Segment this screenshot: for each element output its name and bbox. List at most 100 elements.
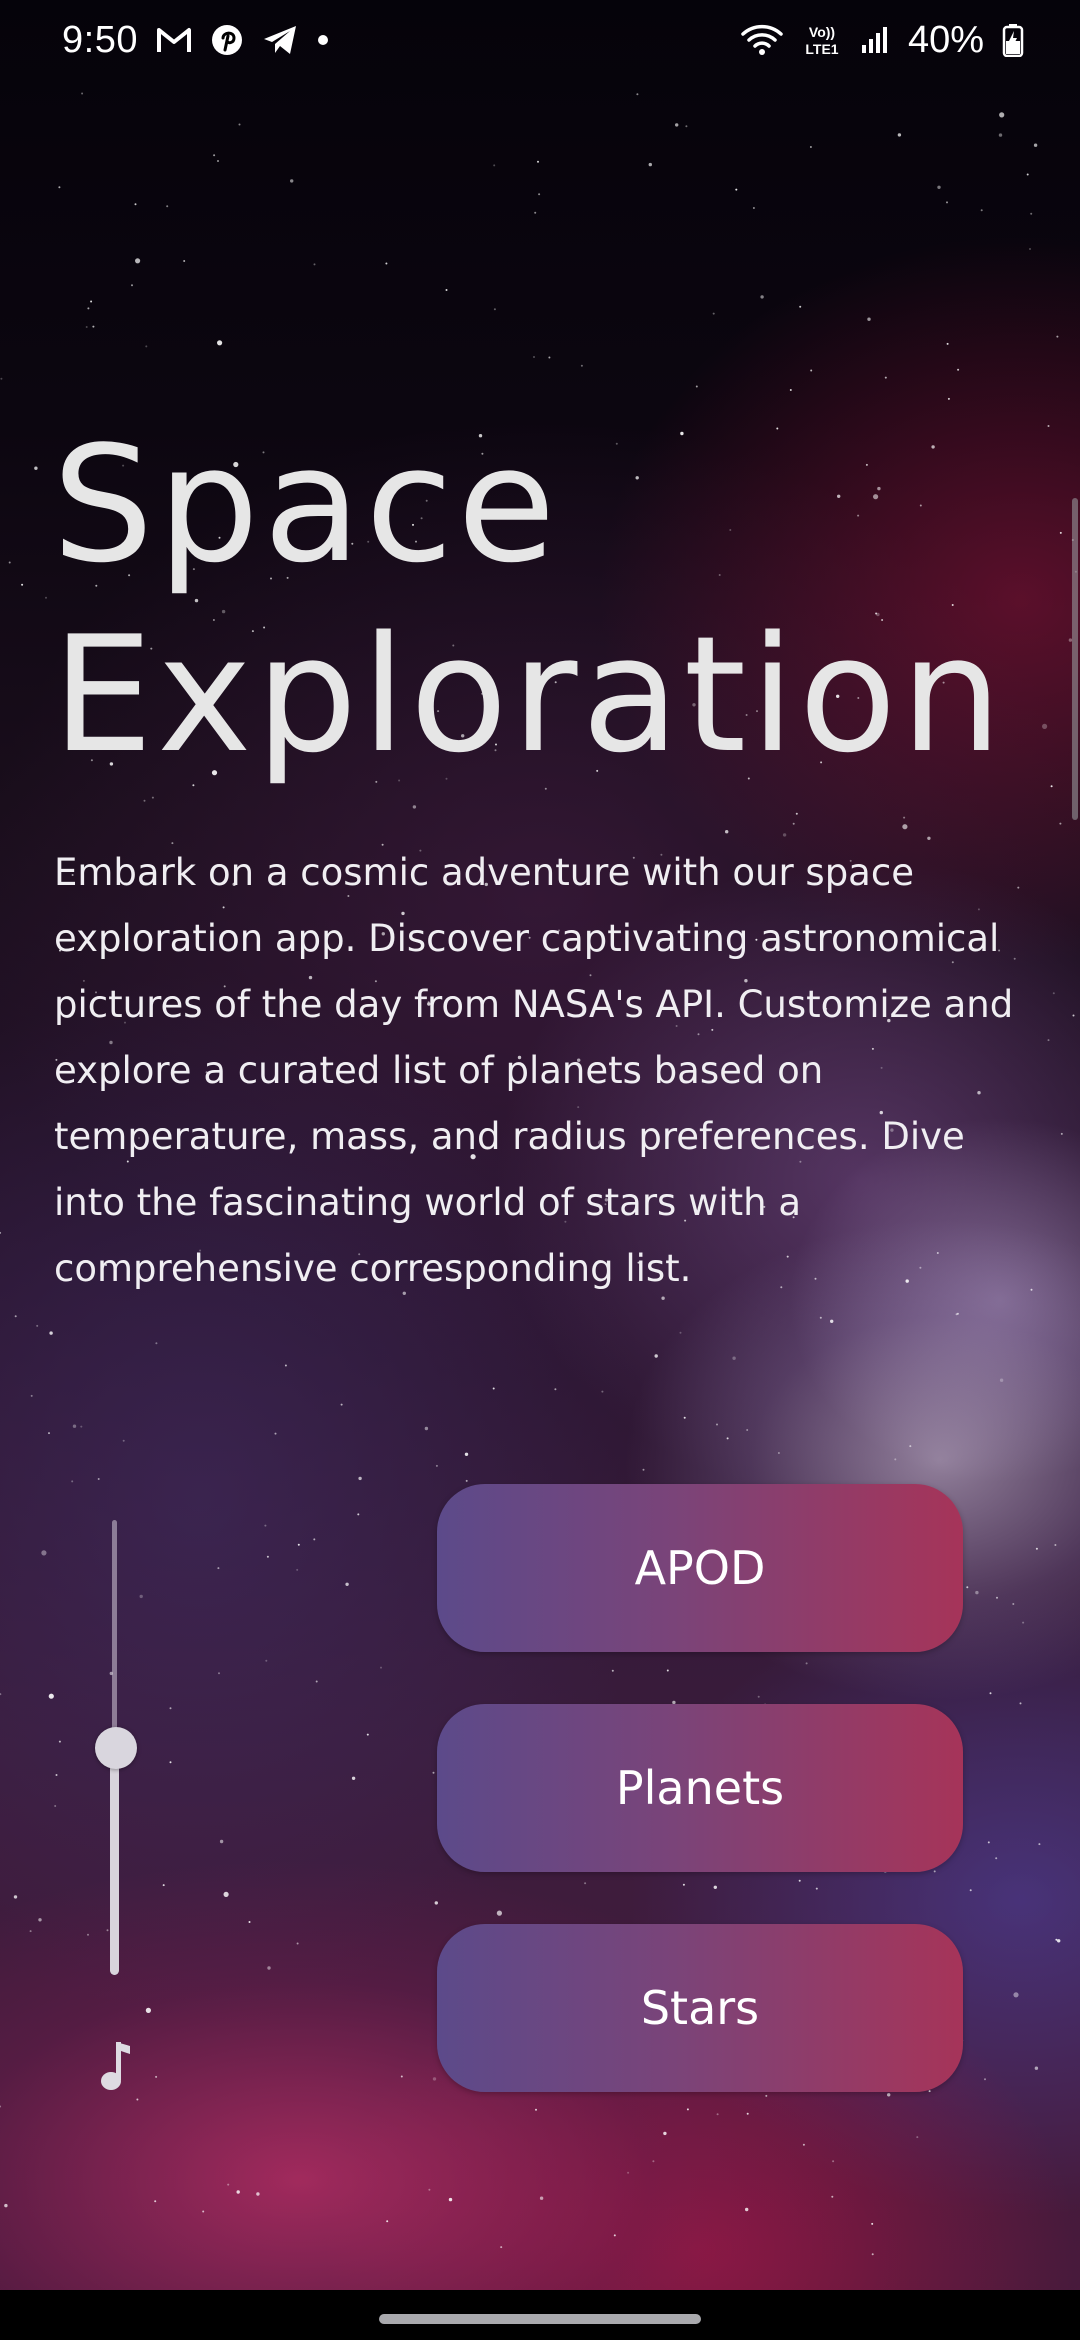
star-dot (538, 193, 541, 196)
star-dot (145, 2007, 151, 2013)
star-dot (683, 1416, 686, 1419)
star-dot (966, 1586, 969, 1589)
scrollbar[interactable] (1072, 498, 1078, 820)
star-dot (663, 2131, 667, 2136)
star-dot (267, 1966, 271, 1970)
star-dot (1030, 212, 1033, 215)
star-dot (810, 369, 813, 372)
star-dot (4, 2203, 8, 2208)
home-gesture-handle[interactable] (379, 2314, 701, 2324)
star-dot (500, 2246, 503, 2249)
star-dot (679, 1331, 682, 1334)
star-dot (8, 561, 11, 564)
star-dot (340, 1403, 343, 1406)
star-dot (682, 1883, 685, 1886)
star-dot (539, 2196, 544, 2200)
star-dot (757, 1695, 760, 1698)
star-dot (957, 368, 960, 371)
star-dot (169, 1761, 172, 1764)
star-dot (746, 1429, 749, 1431)
star-dot (445, 289, 448, 291)
star-dot (313, 263, 316, 266)
star-dot (136, 2098, 139, 2101)
star-dot (867, 317, 871, 321)
pinterest-icon (210, 23, 244, 57)
star-dot (554, 1388, 557, 1391)
slider-thumb[interactable] (95, 1726, 137, 1769)
star-dot (695, 385, 698, 388)
star-dot (0, 377, 3, 380)
star-dot (996, 1596, 998, 1599)
star-dot (223, 1891, 229, 1897)
star-dot (548, 356, 551, 359)
star-dot (54, 1805, 57, 1807)
star-dot (358, 1476, 362, 1481)
star-dot (975, 1590, 979, 1595)
dot-icon (316, 33, 330, 47)
star-dot (916, 2136, 919, 2139)
star-dot (765, 2094, 768, 2097)
star-dot (782, 833, 787, 837)
star-dot (45, 596, 47, 599)
star-dot (1056, 335, 1059, 338)
star-dot (995, 1857, 998, 1860)
star-dot (815, 1887, 818, 1890)
apod-button[interactable]: APOD (437, 1484, 963, 1652)
star-dot (946, 201, 948, 204)
star-dot (987, 1841, 990, 1844)
star-dot (432, 1771, 435, 1774)
star-dot (284, 1364, 287, 1367)
star-dot (85, 326, 88, 328)
star-dot (1057, 1939, 1061, 1943)
star-dot (265, 1659, 268, 1662)
star-dot (266, 1555, 269, 1558)
volte-lte-icon: Vo)) LTE1 (802, 22, 842, 58)
star-dot (183, 260, 186, 262)
volume-slider[interactable] (86, 1520, 146, 1975)
star-dot (131, 284, 133, 287)
star-dot (493, 308, 496, 311)
star-dot (313, 1538, 316, 1541)
star-dot (49, 1331, 53, 1335)
svg-text:Vo)): Vo)) (809, 24, 835, 40)
star-dot (236, 2190, 240, 2194)
stars-button[interactable]: Stars (437, 1924, 963, 2092)
svg-text:LTE1: LTE1 (805, 41, 838, 57)
status-bar: 9:50 Vo)) LTE1 40% (0, 0, 1080, 80)
star-dot (1072, 1014, 1075, 1017)
star-dot (1033, 143, 1038, 147)
planets-button[interactable]: Planets (437, 1704, 963, 1872)
star-dot (897, 133, 902, 137)
star-dot (217, 1567, 220, 1570)
star-dot (80, 1425, 83, 1428)
star-dot (155, 1342, 158, 1345)
star-dot (238, 123, 241, 126)
star-dot (162, 1884, 165, 1887)
star-dot (648, 162, 652, 167)
star-dot (819, 1316, 822, 1319)
star-dot (1029, 248, 1031, 250)
star-dot (217, 340, 223, 346)
star-dot (464, 1452, 469, 1457)
star-dot (72, 1424, 77, 1428)
star-dot (745, 2207, 749, 2212)
star-dot (345, 1582, 349, 1587)
star-dot (652, 2160, 655, 2163)
star-dot (496, 1910, 502, 1916)
star-dot (601, 1390, 604, 1393)
star-dot (969, 1889, 972, 1892)
star-dot (1035, 1547, 1038, 1550)
star-dot (34, 466, 38, 470)
star-dot (151, 796, 154, 799)
star-dot (219, 1839, 224, 1844)
star-dot (143, 799, 146, 802)
star-dot (726, 1437, 729, 1440)
star-dot (41, 1550, 47, 1556)
star-dot (0, 1693, 2, 1696)
star-dot (297, 1543, 300, 1546)
star-dot (296, 1942, 299, 1945)
star-dot (534, 211, 537, 214)
star-dot (380, 1666, 382, 1669)
star-dot (465, 1479, 468, 1482)
star-dot (1038, 1843, 1041, 1846)
